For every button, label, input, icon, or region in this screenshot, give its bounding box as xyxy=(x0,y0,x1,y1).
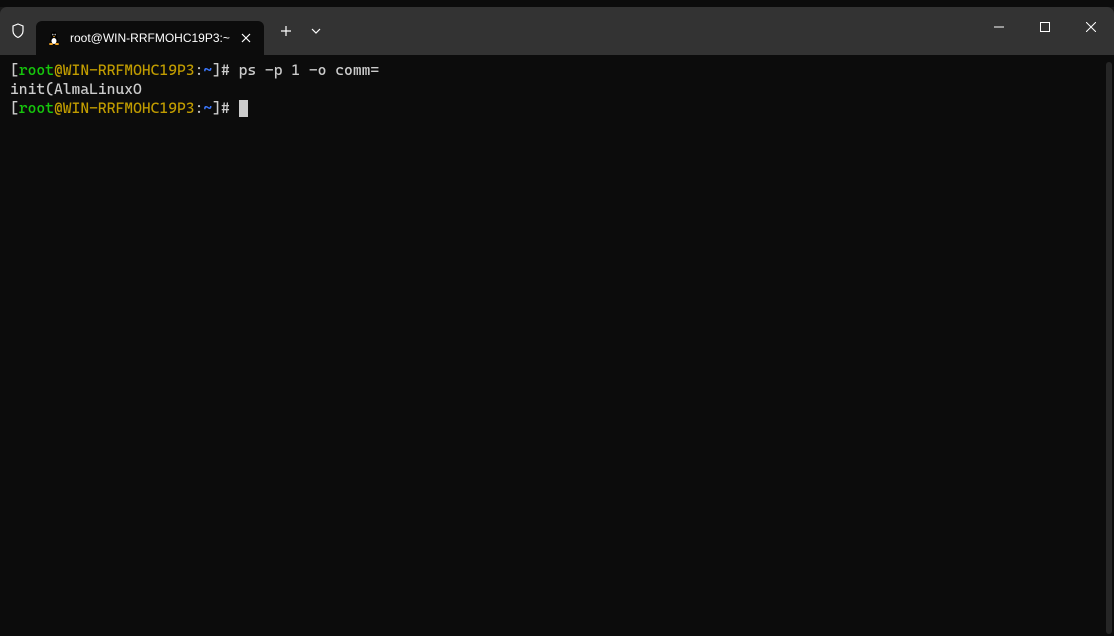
terminal-body[interactable]: [root@WIN-RRFMOHC19P3:~]# ps -p 1 -o com… xyxy=(0,55,1114,124)
titlebar: root@WIN-RRFMOHC19P3:~ xyxy=(0,7,1114,55)
tab-active[interactable]: root@WIN-RRFMOHC19P3:~ xyxy=(36,21,264,55)
close-button[interactable] xyxy=(1068,7,1114,47)
output-line: init(AlmaLinuxO xyxy=(10,80,1104,99)
scrollbar[interactable] xyxy=(1104,62,1112,634)
shield-icon xyxy=(8,21,28,41)
tab-title: root@WIN-RRFMOHC19P3:~ xyxy=(70,31,230,45)
new-tab-button[interactable] xyxy=(270,15,302,47)
tab-dropdown-button[interactable] xyxy=(302,15,330,47)
tab-close-button[interactable] xyxy=(238,30,254,46)
maximize-button[interactable] xyxy=(1022,7,1068,47)
minimize-button[interactable] xyxy=(976,7,1022,47)
prompt-line-1: [root@WIN-RRFMOHC19P3:~]# ps -p 1 -o com… xyxy=(10,61,1104,80)
scrollbar-thumb[interactable] xyxy=(1106,62,1112,634)
tux-icon xyxy=(46,30,62,46)
cursor xyxy=(239,100,248,117)
prompt-line-2: [root@WIN-RRFMOHC19P3:~]# xyxy=(10,99,1104,118)
